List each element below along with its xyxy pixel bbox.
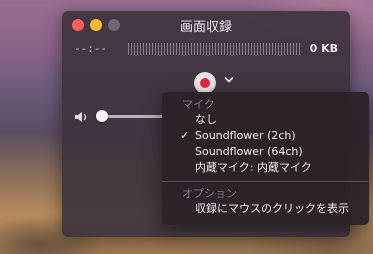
menu-item-mic-soundflower-2ch[interactable]: ✓ Soundflower (2ch): [162, 128, 369, 144]
checkmark-icon: ✓: [180, 129, 190, 142]
menu-item-label: 内蔵マイク: 内蔵マイク: [195, 161, 312, 174]
file-size: 0 KB: [309, 42, 338, 55]
menu-item-label: なし: [195, 113, 217, 126]
menu-item-label: Soundflower (2ch): [195, 129, 296, 142]
menu-item-show-mouse-clicks[interactable]: 収録にマウスのクリックを表示: [162, 201, 369, 217]
menu-item-mic-soundflower-64ch[interactable]: Soundflower (64ch): [162, 144, 369, 160]
record-button[interactable]: [194, 72, 216, 94]
volume-slider-thumb[interactable]: [96, 110, 108, 122]
elapsed-time: --:--: [74, 42, 108, 55]
microphone-section-header: マイク: [182, 98, 215, 111]
options-section-header: オプション: [182, 187, 237, 200]
menu-item-label: 収録にマウスのクリックを表示: [195, 202, 349, 215]
chevron-down-icon[interactable]: [224, 75, 236, 87]
menu-item-label: Soundflower (64ch): [195, 145, 303, 158]
menu-item-mic-builtin[interactable]: 内蔵マイク: 内蔵マイク: [162, 160, 369, 176]
audio-level-meter: [128, 43, 300, 55]
title-bar[interactable]: 画面収録: [62, 11, 350, 37]
recording-options-menu: マイク なし ✓ Soundflower (2ch) Soundflower (…: [162, 92, 369, 225]
menu-item-mic-none[interactable]: なし: [162, 112, 369, 128]
menu-divider: [162, 181, 369, 182]
speaker-icon: [74, 109, 90, 123]
volume-slider[interactable]: [100, 115, 168, 118]
window-title: 画面収録: [179, 20, 232, 35]
record-icon: [200, 78, 210, 88]
